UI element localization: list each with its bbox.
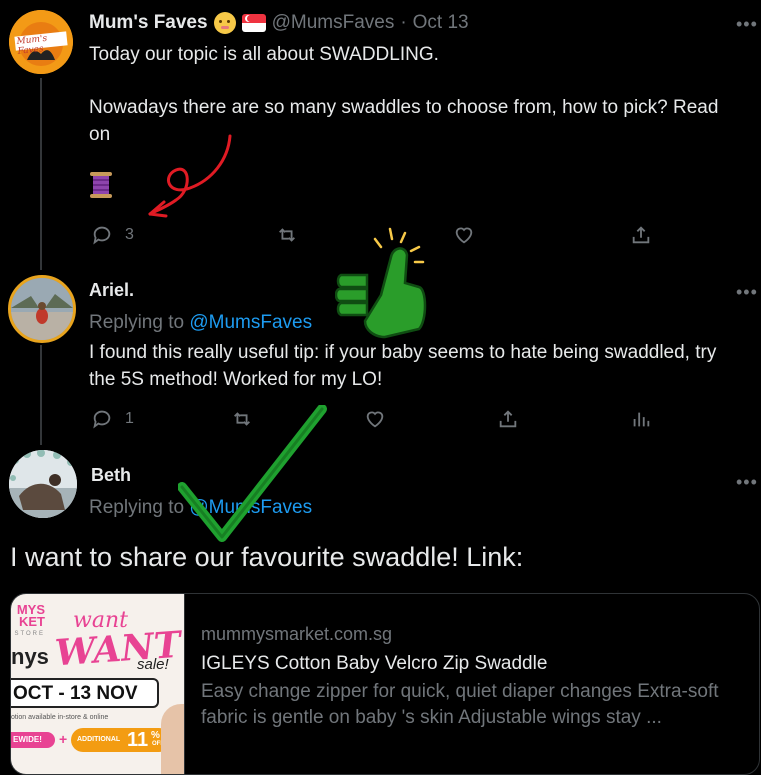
reply-button[interactable]: 1 xyxy=(91,408,134,430)
tweet1-text-line1: Today our topic is all about SWADDLING. xyxy=(89,44,439,65)
link-preview-body: mummysmarket.com.sg IGLEYS Cotton Baby V… xyxy=(201,624,749,729)
author-name-ariel[interactable]: Ariel. xyxy=(89,280,134,301)
replying-to: Replying to @MumsFaves xyxy=(89,309,312,336)
author-name[interactable]: Mum's Faves xyxy=(89,12,208,34)
tweet1-text-line2: Nowadays there are so many swaddles to c… xyxy=(89,97,719,118)
reply-button[interactable]: 3 xyxy=(91,224,134,246)
link-title: IGLEYS Cotton Baby Velcro Zip Swaddle xyxy=(201,653,548,674)
author-name-beth[interactable]: Beth xyxy=(91,465,131,486)
more-options-icon[interactable]: ••• xyxy=(736,282,758,303)
promo-tag-1: EWIDE! xyxy=(11,732,55,748)
reply-icon xyxy=(93,410,111,429)
avatar-beth-photo xyxy=(9,450,77,518)
tweet-date[interactable]: Oct 13 xyxy=(413,12,469,34)
thread-line-2 xyxy=(40,345,42,445)
thread-line-1 xyxy=(40,78,42,270)
avatar-ariel-photo xyxy=(11,278,73,340)
tweet1-header: Mum's Faves @MumsFaves · Oct 13 xyxy=(89,12,469,34)
link-domain: mummysmarket.com.sg xyxy=(201,624,393,644)
more-options-icon[interactable]: ••• xyxy=(736,472,758,493)
share-button[interactable] xyxy=(630,224,652,246)
link-preview-card[interactable]: MYS KET STORE nys want WANT sale! OCT - … xyxy=(10,593,760,775)
promo-sale: sale! xyxy=(137,656,169,673)
promo-dates-banner: OCT - 13 NOV xyxy=(11,678,159,708)
promo-note: otion available in-store & online xyxy=(11,714,109,721)
replying-handle-link[interactable]: @MumsFaves xyxy=(189,312,312,333)
analytics-button[interactable] xyxy=(630,408,652,430)
author-handle[interactable]: @MumsFaves xyxy=(272,12,395,34)
thread-spool-icon xyxy=(90,172,112,198)
share-icon xyxy=(632,226,650,244)
link-preview-image[interactable]: MYS KET STORE nys want WANT sale! OCT - … xyxy=(11,594,185,774)
red-arrow-annotation xyxy=(148,134,232,218)
more-options-icon[interactable]: ••• xyxy=(736,14,758,35)
tweet2-text-line1: I found this really useful tip: if your … xyxy=(89,342,717,363)
promo-plus: + xyxy=(59,731,68,747)
promo-brand: nys xyxy=(11,644,49,669)
tweet1-text-line3: on xyxy=(89,124,111,145)
like-button[interactable] xyxy=(453,224,475,246)
green-checkmark-annotation xyxy=(178,405,327,542)
like-button[interactable] xyxy=(364,408,386,430)
link-description-line2: fabric is gentle on baby 's skin Adjusta… xyxy=(201,707,662,728)
promo-baby-photo xyxy=(161,704,184,774)
promo-tag-2: ADDITIONAL 11 % OFF xyxy=(71,728,171,752)
analytics-icon xyxy=(633,412,650,427)
link-description-line1: Easy change zipper for quick, quiet diap… xyxy=(201,681,719,702)
reply-count: 3 xyxy=(125,226,134,243)
reply-icon xyxy=(93,226,111,245)
reply-count: 1 xyxy=(125,410,134,427)
replying-prefix: Replying to xyxy=(89,312,185,333)
baby-emoji-icon xyxy=(213,12,236,34)
avatar-beth[interactable] xyxy=(9,450,77,518)
heart-icon xyxy=(366,411,384,428)
avatar-ariel[interactable] xyxy=(8,275,76,343)
retweet-icon xyxy=(279,228,295,242)
tweet2-text-line2: the 5S method! Worked for my LO! xyxy=(89,369,383,390)
share-icon xyxy=(499,410,517,428)
singapore-flag-icon xyxy=(241,14,266,32)
promo-logo: MYS KET STORE xyxy=(14,602,45,637)
share-button[interactable] xyxy=(497,408,519,430)
retweet-button[interactable] xyxy=(276,224,298,246)
avatar-mumsfaves[interactable]: Mum's Faves xyxy=(9,10,73,74)
thumbs-up-sticker xyxy=(335,227,427,339)
heart-icon xyxy=(455,227,473,244)
tweet3-text: I want to share our favourite swaddle! L… xyxy=(10,542,524,572)
replying-prefix: Replying to xyxy=(89,497,185,518)
separator-dot: · xyxy=(400,12,407,33)
